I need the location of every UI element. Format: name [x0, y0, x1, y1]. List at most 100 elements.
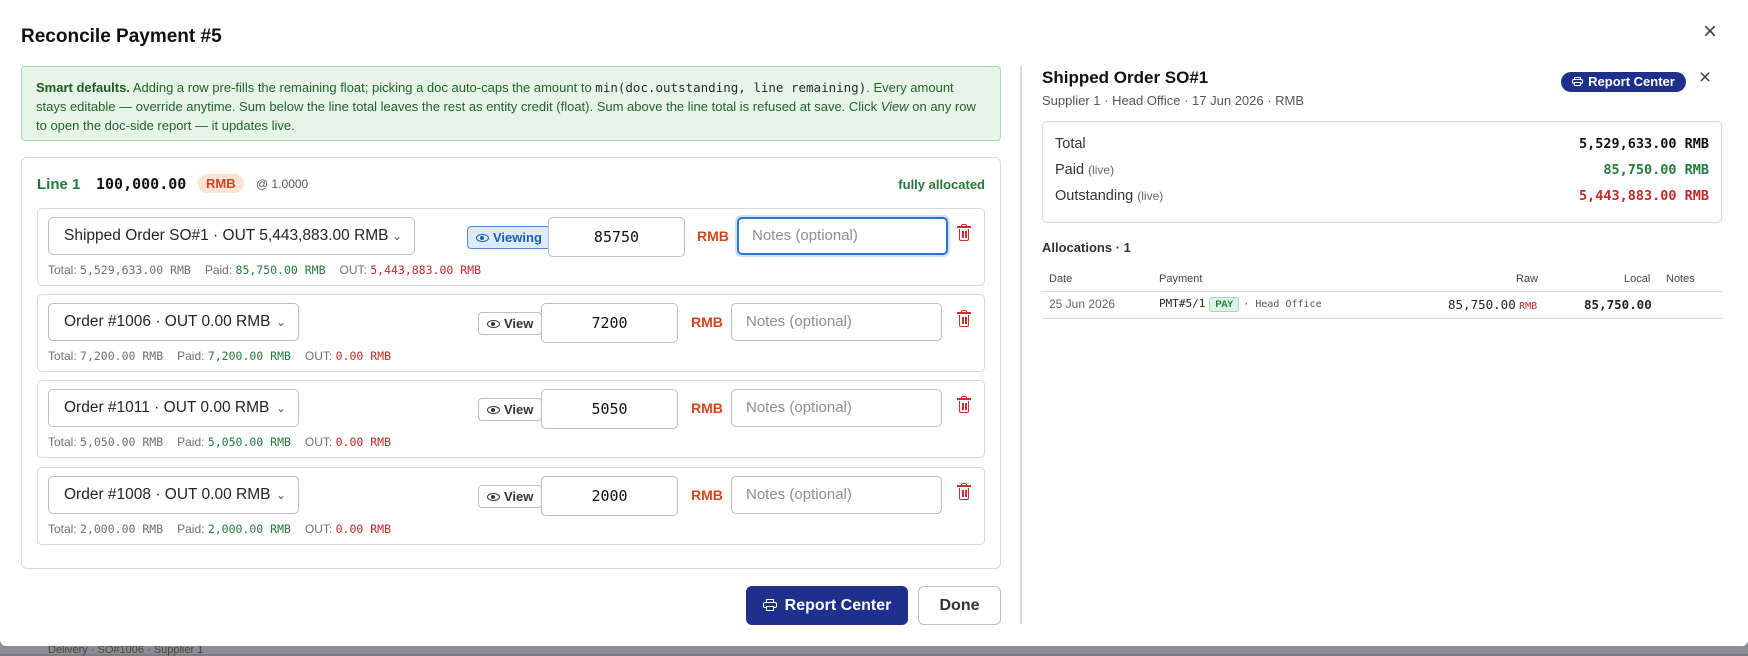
paid-row: Paid (live) 85,750.00 RMB — [1055, 162, 1709, 182]
printer-icon — [762, 599, 777, 611]
payment-office: · Head Office — [1243, 299, 1322, 310]
info-view-word: View — [880, 99, 909, 114]
out-value: 0.00 RMB — [335, 349, 391, 363]
view-button-label: View — [504, 402, 534, 417]
notes-input[interactable]: Notes (optional) — [731, 303, 942, 341]
trash-icon[interactable] — [957, 310, 971, 329]
line-amount: 100,000.00 — [96, 175, 187, 193]
allocation-row: Shipped Order SO#1 · OUT 5,443,883.00 RM… — [37, 208, 985, 286]
paid-label: Paid: — [177, 435, 205, 449]
out-value: 0.00 RMB — [335, 435, 391, 449]
col-payment: Payment — [1159, 273, 1203, 285]
table-header: Date Payment Raw Local Notes — [1042, 268, 1722, 292]
alloc-local: 85,750.00 — [1584, 297, 1652, 312]
raw-value: 85,750.00 — [1448, 297, 1516, 312]
trash-icon[interactable] — [957, 396, 971, 415]
total-label: Total — [1055, 136, 1086, 152]
eye-icon — [476, 234, 489, 242]
report-center-button[interactable]: Report Center — [746, 586, 908, 625]
doc-select[interactable]: Order #1006 · OUT 0.00 RMB ⌄ — [48, 303, 299, 341]
out-value: 0.00 RMB — [335, 522, 391, 536]
amount-input[interactable]: 7200 — [541, 303, 678, 343]
side-panel-title: Shipped Order SO#1 — [1042, 68, 1209, 87]
paid-label: Paid: — [204, 263, 233, 277]
alloc-date: 25 Jun 2026 — [1049, 297, 1116, 311]
view-button[interactable]: View — [478, 485, 543, 508]
allocations-table: Date Payment Raw Local Notes 25 Jun 2026… — [1042, 268, 1722, 319]
amount-input[interactable]: 5050 — [541, 389, 678, 429]
side-report-center-label: Report Center — [1588, 74, 1675, 89]
view-button-label: Viewing — [493, 230, 542, 245]
total-value: 7,200.00 RMB — [80, 349, 164, 363]
row-meta: Total: 7,200.00 RMB Paid: 7,200.00 RMB OUT… — [48, 349, 391, 363]
table-row: 25 Jun 2026 PMT#5/1 PAY · Head Office 85,7… — [1042, 292, 1722, 319]
alloc-raw: 85,750.00 RMB — [1448, 297, 1537, 312]
notes-input[interactable]: Notes (optional) — [731, 476, 942, 514]
payment-ref: PMT#5/1 — [1159, 297, 1206, 310]
modal-title: Reconcile Payment #5 — [21, 26, 222, 47]
view-button[interactable]: View — [478, 398, 543, 421]
paid-label: Paid — [1055, 162, 1085, 178]
total-label: Total: — [48, 435, 77, 449]
side-close-icon[interactable]: × — [1695, 67, 1715, 88]
doc-select-value: Order #1008 · OUT 0.00 RMB — [64, 486, 271, 503]
row-meta: Total: 2,000.00 RMB Paid: 2,000.00 RMB OUT… — [48, 522, 391, 536]
col-notes: Notes — [1666, 273, 1695, 285]
amount-input[interactable]: 2000 — [541, 476, 678, 516]
view-button-label: View — [504, 489, 534, 504]
total-value: 5,529,633.00 RMB — [1578, 136, 1709, 152]
info-heading: Smart defaults. — [36, 80, 130, 95]
notes-input[interactable]: Notes (optional) — [731, 389, 942, 427]
out-label: OUT: — [304, 435, 333, 449]
view-button[interactable]: View — [478, 312, 543, 335]
done-button[interactable]: Done — [918, 586, 1001, 625]
eye-icon — [487, 406, 500, 414]
report-center-label: Report Center — [784, 597, 892, 614]
side-panel-subtitle: Supplier 1 · Head Office · 17 Jun 2026 ·… — [1042, 93, 1305, 108]
trash-icon[interactable] — [957, 483, 971, 502]
live-tag: (live) — [1088, 163, 1115, 177]
chevron-down-icon: ⌄ — [275, 488, 286, 502]
panel-divider — [1020, 66, 1022, 624]
row-currency: RMB — [691, 314, 723, 330]
amount-input[interactable]: 85750 — [548, 217, 685, 257]
paid-value: 7,200.00 RMB — [207, 349, 291, 363]
line-label: Line 1 — [37, 176, 81, 193]
smart-defaults-info: Smart defaults. Adding a row pre-fills t… — [21, 66, 1001, 141]
raw-currency: RMB — [1519, 301, 1538, 312]
doc-select-value: Order #1011 · OUT 0.00 RMB — [64, 399, 270, 416]
row-currency: RMB — [691, 400, 723, 416]
doc-select[interactable]: Order #1008 · OUT 0.00 RMB ⌄ — [48, 476, 299, 514]
info-code: min(doc.outstanding, line remaining) — [595, 80, 867, 95]
eye-icon — [487, 493, 500, 501]
eye-icon — [487, 320, 500, 328]
notes-input[interactable]: Notes (optional) — [737, 217, 948, 255]
doc-select[interactable]: Shipped Order SO#1 · OUT 5,443,883.00 RM… — [48, 217, 415, 255]
close-icon[interactable]: × — [1699, 20, 1721, 44]
out-label: OUT: — [304, 522, 333, 536]
allocations-title: Allocations · 1 — [1042, 240, 1131, 255]
outstanding-row: Outstanding (live) 5,443,883.00 RMB — [1055, 188, 1709, 208]
total-label: Total: — [48, 522, 77, 536]
paid-label: Paid: — [177, 522, 205, 536]
line-panel: Line 1 100,000.00 RMB @ 1.0000 fully all… — [21, 157, 1001, 569]
total-label: Total: — [48, 349, 77, 363]
trash-icon[interactable] — [957, 224, 971, 243]
doc-select[interactable]: Order #1011 · OUT 0.00 RMB ⌄ — [48, 389, 299, 427]
line-rate: @ 1.0000 — [256, 177, 309, 191]
reconcile-modal: Reconcile Payment #5 × Smart defaults. A… — [0, 0, 1748, 646]
view-button[interactable]: Viewing — [467, 226, 551, 249]
out-label: OUT: — [304, 349, 333, 363]
allocation-row: Order #1011 · OUT 0.00 RMB ⌄ View 5050 R… — [37, 380, 985, 458]
line-currency-badge: RMB — [198, 174, 244, 193]
total-label: Total: — [48, 263, 77, 277]
total-value: 2,000.00 RMB — [80, 522, 164, 536]
live-tag: (live) — [1137, 189, 1164, 203]
out-label: OUT: — [339, 263, 367, 277]
outstanding-value: 5,443,883.00 RMB — [1578, 188, 1709, 204]
col-raw: Raw — [1516, 273, 1539, 285]
side-report-center-button[interactable]: Report Center — [1561, 72, 1686, 92]
paid-value: 85,750.00 RMB — [235, 263, 326, 277]
paid-value: 2,000.00 RMB — [207, 522, 291, 536]
info-text-1: Adding a row pre-fills the remaining flo… — [129, 80, 596, 95]
